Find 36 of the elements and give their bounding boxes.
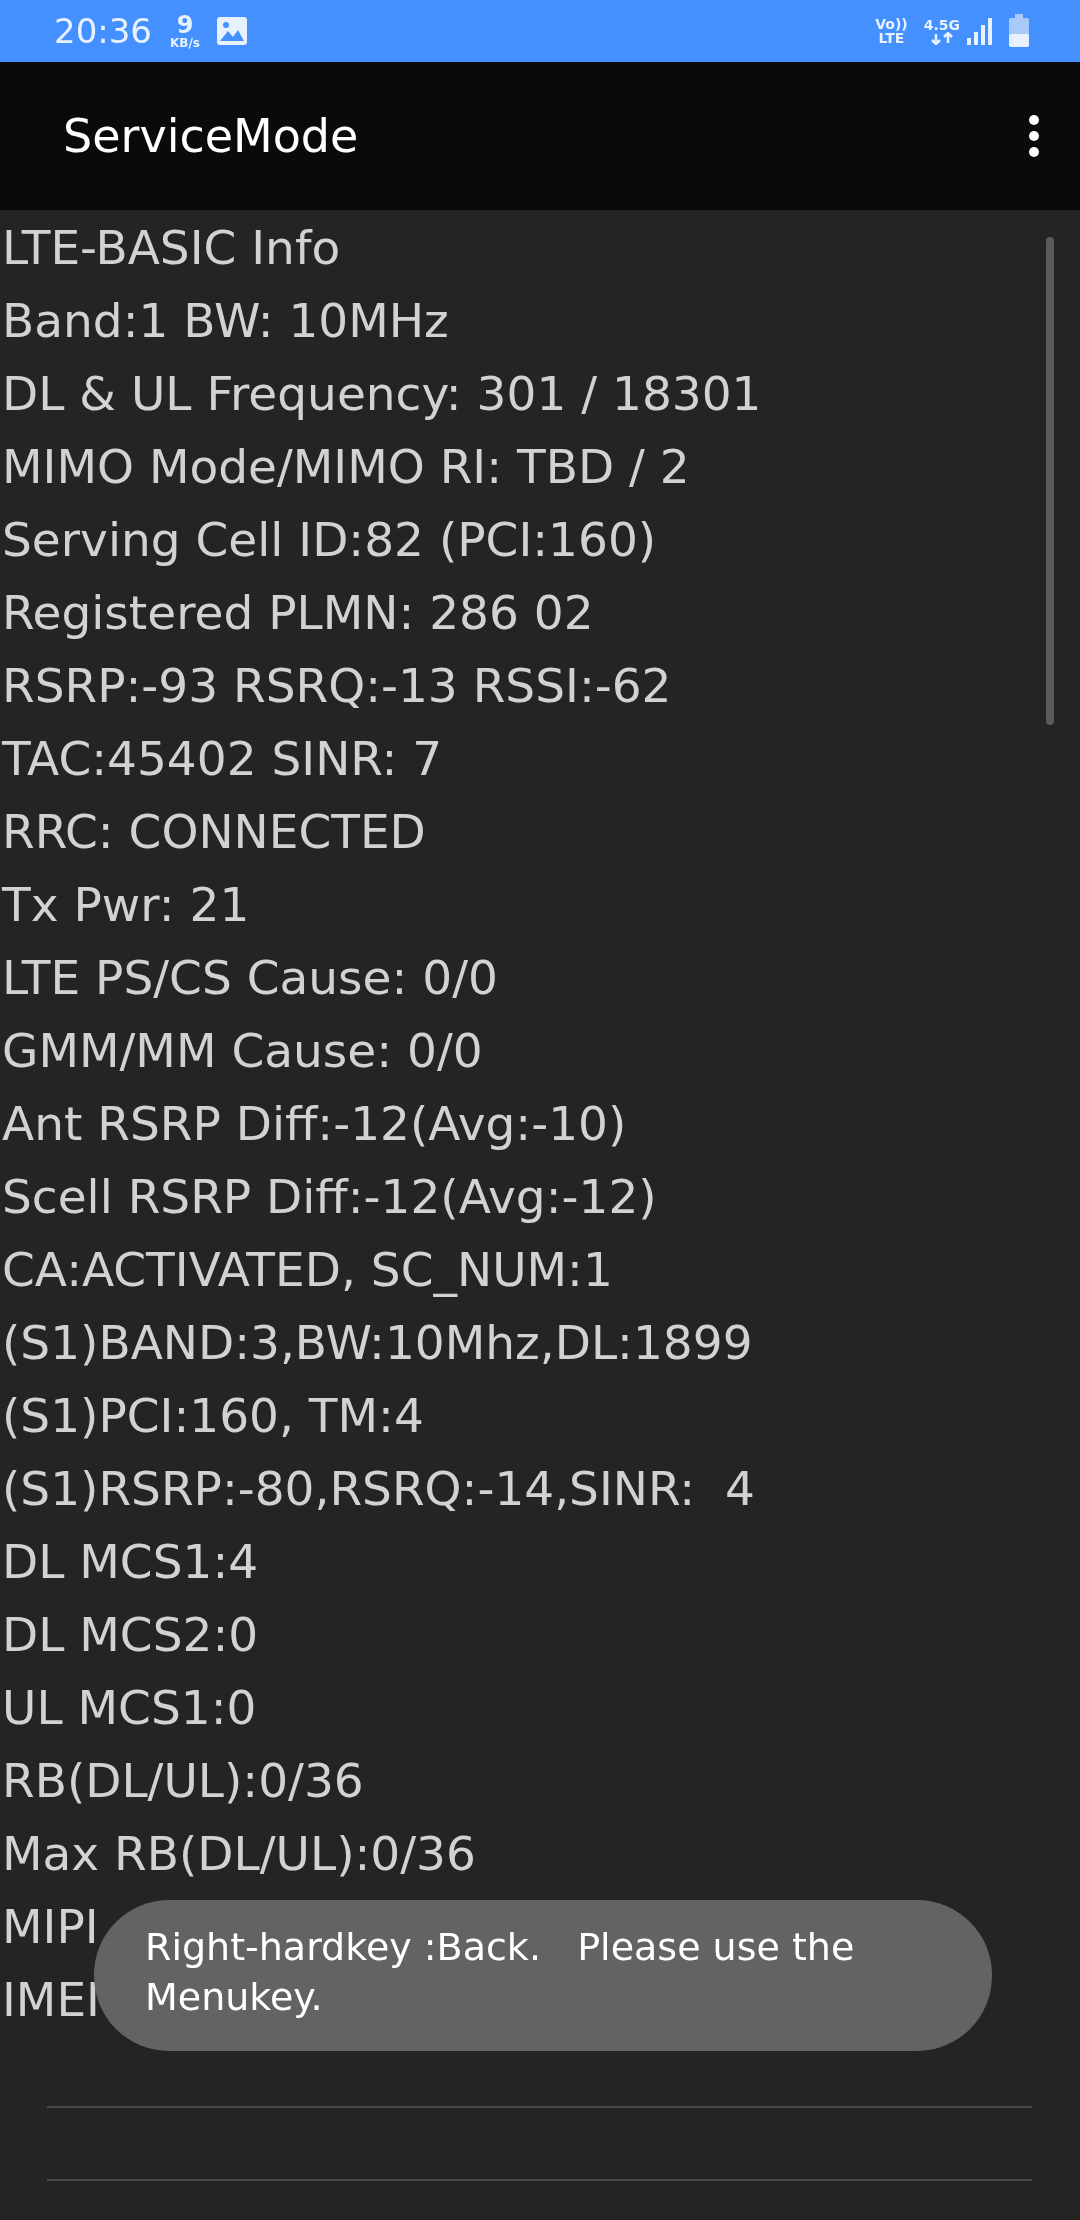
- info-line: RB(DL/UL):0/36: [2, 1753, 364, 1808]
- info-line: RSRP:-93 RSRQ:-13 RSSI:-62: [2, 658, 672, 713]
- signal-icon: [966, 16, 994, 46]
- more-options-icon[interactable]: [1028, 114, 1040, 158]
- info-line: DL & UL Frequency: 301 / 18301: [2, 366, 762, 421]
- data-arrows-icon: [929, 31, 954, 45]
- info-line: Registered PLMN: 286 02: [2, 585, 594, 640]
- info-line: Band:1 BW: 10MHz: [2, 293, 449, 348]
- info-line: Serving Cell ID:82 (PCI:160): [2, 512, 657, 567]
- info-line: DL MCS2:0: [2, 1607, 259, 1662]
- info-line: Scell RSRP Diff:-12(Avg:-12): [2, 1169, 657, 1224]
- info-line: TAC:45402 SINR: 7: [2, 731, 443, 786]
- battery-icon: [1008, 14, 1030, 48]
- info-line: (S1)RSRP:-80,RSRQ:-14,SINR: 4: [2, 1461, 755, 1516]
- lte-label: LTE: [878, 31, 905, 45]
- info-line: (S1)BAND:3,BW:10Mhz,DL:1899: [2, 1315, 753, 1370]
- speed-value: 9: [176, 13, 194, 37]
- clock: 20:36: [54, 11, 152, 51]
- info-line: CA:ACTIVATED, SC_NUM:1: [2, 1242, 613, 1297]
- info-line: GMM/MM Cause: 0/0: [2, 1023, 483, 1078]
- info-line: LTE-BASIC Info: [2, 220, 341, 275]
- info-line: LTE PS/CS Cause: 0/0: [2, 950, 498, 1005]
- volte-label: Vo)): [875, 17, 908, 31]
- info-line: UL MCS1:0: [2, 1680, 257, 1735]
- speed-unit: KB/s: [170, 37, 200, 49]
- info-line: RRC: CONNECTED: [2, 804, 426, 859]
- image-icon: [215, 16, 248, 46]
- info-line: Ant RSRP Diff:-12(Avg:-10): [2, 1096, 627, 1151]
- info-line: MIMO Mode/MIMO RI: TBD / 2: [2, 439, 690, 494]
- network-type: 4.5G: [923, 17, 960, 32]
- info-line: Max RB(DL/UL):0/36: [2, 1826, 476, 1881]
- info-line: Tx Pwr: 21: [2, 877, 250, 932]
- app-title: ServiceMode: [63, 109, 360, 163]
- toast: Right-hardkey :Back. Please use the Menukey.: [94, 1900, 992, 2051]
- info-line: DL MCS1:4: [2, 1534, 259, 1589]
- info-line: (S1)PCI:160, TM:4: [2, 1388, 424, 1443]
